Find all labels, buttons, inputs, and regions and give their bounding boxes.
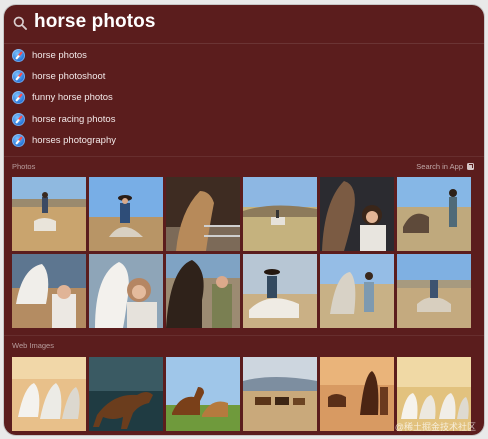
web-image-thumbnail[interactable] [243, 357, 317, 431]
suggestion-item[interactable]: funny horse photos [4, 87, 484, 108]
suggestion-item[interactable]: horse racing photos [4, 109, 484, 130]
suggestion-item[interactable]: horse photos [4, 45, 484, 66]
photo-thumbnail[interactable] [12, 177, 86, 251]
search-bar[interactable]: horse photos [4, 5, 484, 44]
safari-compass-icon [12, 112, 25, 126]
web-image-thumbnail[interactable] [89, 357, 163, 431]
web-image-thumbnail[interactable] [166, 357, 240, 431]
section-divider [4, 335, 484, 336]
web-image-thumbnail[interactable] [320, 357, 394, 431]
spotlight-panel: horse photos horse photos horse photosho… [4, 5, 484, 435]
safari-compass-icon [12, 70, 25, 84]
suggestion-label: funny horse photos [32, 92, 113, 104]
suggestion-label: horses photography [32, 134, 116, 146]
search-input[interactable]: horse photos [34, 11, 156, 33]
safari-compass-icon [12, 133, 25, 147]
search-in-app-link[interactable]: Search in App [416, 162, 474, 171]
web-image-thumbnail[interactable] [12, 357, 86, 431]
photo-thumbnail[interactable] [397, 254, 471, 328]
suggestion-label: horse photoshoot [32, 71, 106, 83]
photo-thumbnail[interactable] [320, 177, 394, 251]
photo-thumbnail[interactable] [89, 254, 163, 328]
photo-thumbnail[interactable] [397, 177, 471, 251]
photo-thumbnail[interactable] [12, 254, 86, 328]
open-in-app-icon [467, 163, 474, 170]
photo-thumbnail[interactable] [320, 254, 394, 328]
photo-thumbnail[interactable] [166, 177, 240, 251]
photo-thumbnail[interactable] [89, 177, 163, 251]
watermark-text: @稀土掘金技术社区 [394, 422, 476, 432]
photo-thumbnail[interactable] [166, 254, 240, 328]
suggestion-label: horse photos [32, 50, 87, 62]
safari-compass-icon [12, 49, 25, 63]
safari-compass-icon [12, 91, 25, 105]
photo-thumbnail[interactable] [243, 254, 317, 328]
search-in-app-label: Search in App [416, 162, 463, 171]
section-divider [4, 156, 484, 157]
search-icon [13, 16, 27, 30]
photos-section-header: Photos [12, 162, 36, 171]
photo-thumbnail[interactable] [243, 177, 317, 251]
suggestion-item[interactable]: horse photoshoot [4, 66, 484, 87]
suggestion-item[interactable]: horses photography [4, 130, 484, 151]
suggestion-list: horse photos horse photoshoot funny hors… [4, 45, 484, 151]
suggestion-label: horse racing photos [32, 113, 116, 125]
web-images-section-header: Web Images [12, 341, 54, 350]
